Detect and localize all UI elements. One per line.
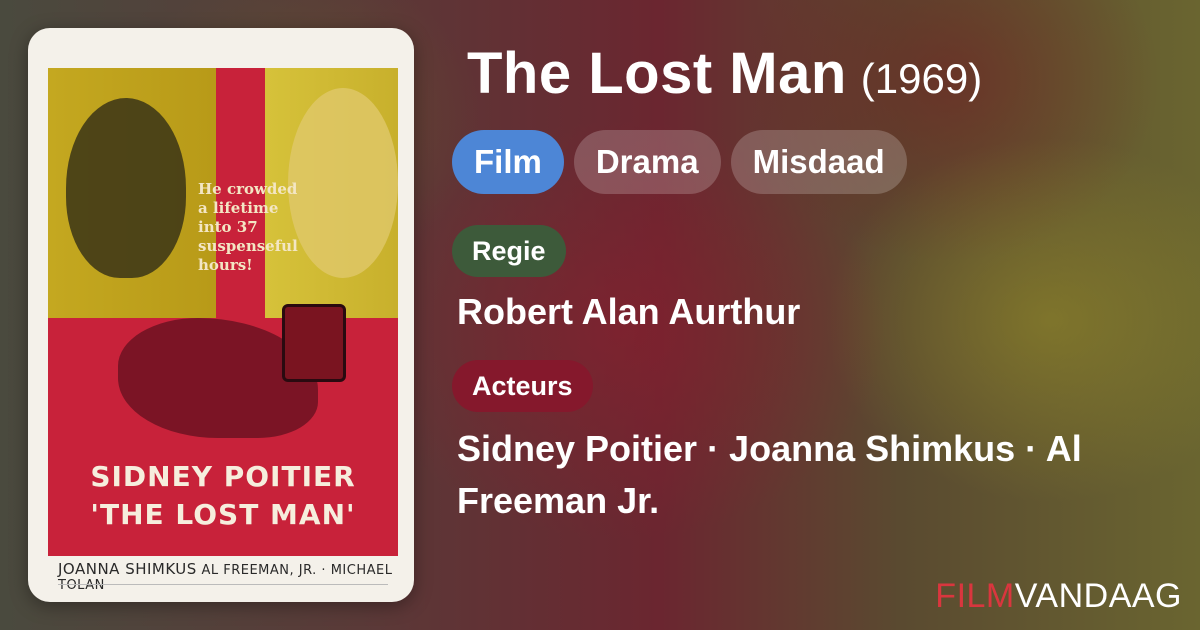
tag-misdaad[interactable]: Misdaad: [730, 130, 907, 194]
brand-part-vandaag: VANDAAG: [1014, 577, 1182, 615]
tag-film[interactable]: Film: [452, 130, 564, 194]
briefcase-graphic: [282, 304, 346, 382]
director-name[interactable]: Robert Alan Aurthur: [457, 286, 1157, 338]
actors-label: Acteurs: [452, 360, 593, 412]
movie-title: The Lost Man: [467, 41, 847, 106]
tag-drama[interactable]: Drama: [573, 130, 721, 194]
actor-face-right: [288, 88, 398, 278]
actors-list[interactable]: Sidney Poitier · Joanna Shimkus · Al Fre…: [457, 423, 1157, 527]
brand-logo[interactable]: FILMVANDAAG: [935, 577, 1182, 616]
poster-credit-lead: JOANNA SHIMKUS: [58, 560, 197, 578]
movie-title-row: The Lost Man (1969): [467, 40, 982, 107]
poster-title-text: 'THE LOST MAN': [90, 498, 356, 531]
poster-fine-print: [58, 584, 388, 602]
poster-artwork: He crowded a lifetime into 37 suspensefu…: [48, 68, 398, 556]
poster-star-name: SIDNEY POITIER: [90, 460, 356, 493]
brand-part-film: FILM: [935, 577, 1015, 615]
actor-face-left: [66, 98, 186, 278]
genre-tags: Film Drama Misdaad: [452, 130, 907, 194]
director-label: Regie: [452, 225, 566, 277]
movie-poster[interactable]: He crowded a lifetime into 37 suspensefu…: [28, 28, 414, 602]
movie-year: (1969): [860, 55, 983, 102]
poster-tagline: He crowded a lifetime into 37 suspensefu…: [198, 180, 298, 274]
